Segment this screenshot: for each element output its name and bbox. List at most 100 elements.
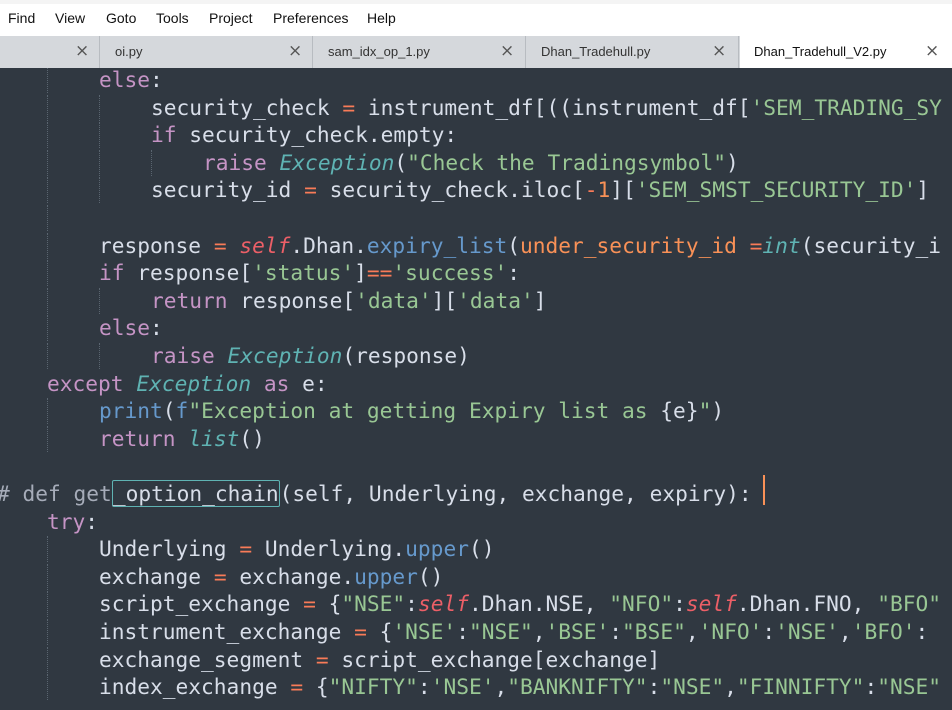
code-token: 'data' — [355, 287, 432, 313]
menu-tools[interactable]: Tools — [156, 10, 189, 26]
close-icon[interactable]: × — [288, 40, 302, 62]
code-text: try: — [47, 508, 98, 535]
code-token: { — [315, 591, 342, 617]
code-token: 'SEM_TRADING_SY — [750, 94, 942, 120]
code-line[interactable]: else: — [0, 68, 952, 93]
code-line[interactable]: if security_check.empty: — [0, 121, 952, 149]
code-line[interactable]: raise Exception("Check the Tradingsymbol… — [0, 149, 952, 176]
indent-guide — [47, 674, 48, 701]
code-token: (response) — [342, 343, 470, 368]
code-token: Underlying — [99, 536, 240, 562]
code-token: : — [417, 674, 431, 700]
menu-help[interactable]: Help — [367, 10, 396, 26]
code-line[interactable]: response = self.Dhan.expiry_list(under_s… — [0, 232, 952, 259]
code-token: "BFO" — [877, 591, 941, 617]
indent-guide — [99, 94, 100, 121]
indent-guide — [47, 563, 48, 590]
tab-bar: × oi.py × sam_idx_op_1.py × Dhan_Tradehu… — [0, 36, 952, 68]
code-line[interactable]: if response['status']=='success': — [0, 259, 952, 287]
code-line[interactable]: instrument_exchange = {'NSE':"NSE",'BSE'… — [0, 618, 952, 645]
code-token: 'SEM_SMST_SECURITY_ID' — [635, 177, 917, 203]
close-icon[interactable]: × — [500, 40, 514, 62]
code-area[interactable]: else: security_check = instrument_df[((in… — [0, 68, 952, 710]
code-token: == — [366, 260, 393, 286]
menu-goto[interactable]: Goto — [106, 10, 136, 26]
code-token: = — [749, 232, 763, 258]
code-token: ][ — [431, 287, 458, 313]
code-token: .Dhan. — [290, 232, 367, 258]
code-token: = — [303, 591, 316, 617]
tab-dhan-tradehull-py[interactable]: Dhan_Tradehull.py × — [527, 36, 739, 68]
code-token: _option_chain — [111, 480, 280, 507]
code-token: upper — [354, 563, 418, 589]
code-token: "Exception at getting Expiry list as — [188, 398, 661, 424]
code-token: exchange. — [226, 563, 355, 589]
code-token: : — [85, 508, 99, 534]
code-token: response[ — [227, 287, 356, 313]
code-line[interactable]: exchange_segment = script_exchange[excha… — [0, 646, 952, 673]
close-icon[interactable]: × — [75, 40, 89, 62]
indent-guide — [99, 287, 100, 314]
code-token: ] — [354, 260, 367, 286]
code-line[interactable]: exchange = exchange.upper() — [0, 563, 952, 590]
code-token: raise — [151, 343, 215, 368]
code-token: "NSE" — [660, 674, 725, 700]
menu-view[interactable]: View — [55, 10, 85, 26]
menu-project[interactable]: Project — [209, 10, 253, 26]
code-token: "NSE" — [341, 591, 406, 617]
code-token: = — [315, 646, 329, 672]
code-editor[interactable]: else: security_check = instrument_df[((in… — [0, 68, 952, 710]
indent-guide — [47, 232, 48, 259]
indent-guide — [47, 646, 48, 673]
code-line[interactable]: return list() — [0, 425, 952, 452]
code-line[interactable]: security_check = instrument_df[((instrum… — [0, 94, 952, 121]
code-token: = — [239, 536, 253, 562]
code-token: : — [864, 674, 878, 700]
tab-sam-idx-op-1-py[interactable]: sam_idx_op_1.py × — [314, 36, 526, 68]
menu-find[interactable]: Find — [8, 10, 35, 26]
tab-dhan-tradehull-v2-py[interactable]: Dhan_Tradehull_V2.py × — [740, 36, 952, 68]
code-line[interactable] — [0, 204, 952, 231]
code-line[interactable]: raise Exception(response) — [0, 342, 952, 369]
menu-bar: Find View Goto Tools Project Preferences… — [0, 0, 952, 36]
code-token: script_exchange[exchange] — [328, 646, 661, 672]
code-line[interactable]: script_exchange = {"NSE":self.Dhan.NSE, … — [0, 590, 952, 618]
code-token: 'BFO' — [851, 619, 916, 644]
code-token: () — [239, 425, 265, 451]
tab-unnamed[interactable]: × — [0, 36, 100, 68]
code-line[interactable]: security_id = security_check.iloc[-1]['S… — [0, 176, 952, 204]
code-token: e: — [289, 370, 328, 396]
code-text: else: — [99, 68, 163, 93]
code-token: , — [685, 619, 699, 644]
code-token: "NIFTY" — [328, 674, 418, 700]
code-line[interactable]: try: — [0, 508, 952, 535]
code-token: = — [213, 563, 227, 589]
code-text: instrument_exchange = {'NSE':"NSE",'BSE'… — [99, 618, 928, 645]
code-line[interactable]: print(f"Exception at getting Expiry list… — [0, 397, 952, 425]
code-text: script_exchange = {"NSE":self.Dhan.NSE, … — [99, 590, 941, 617]
code-token: else — [99, 315, 151, 341]
code-token: , — [532, 619, 546, 644]
code-line[interactable]: # def get_option_chain(self, Underlying,… — [0, 480, 952, 507]
code-token: 'success' — [392, 260, 508, 286]
code-line[interactable]: return response['data']['data'] — [0, 287, 952, 314]
code-line[interactable]: except Exception as e: — [0, 370, 952, 397]
code-token: 'NSE' — [775, 619, 839, 644]
code-token: security_check.iloc[ — [316, 177, 585, 203]
code-token: "FINNIFTY" — [736, 674, 865, 700]
code-token: 'status' — [252, 260, 355, 286]
code-token: : — [507, 260, 520, 286]
menu-preferences[interactable]: Preferences — [273, 10, 348, 26]
code-line[interactable]: index_exchange = {"NIFTY":'NSE',"BANKNIF… — [0, 673, 952, 701]
code-line[interactable] — [0, 452, 952, 479]
tab-oi-py[interactable]: oi.py × — [101, 36, 313, 68]
code-line[interactable]: else: — [0, 314, 952, 342]
close-icon[interactable]: × — [712, 40, 726, 62]
code-token: return — [151, 287, 228, 313]
code-line[interactable]: Underlying = Underlying.upper() — [0, 535, 952, 563]
code-token: - — [584, 177, 598, 203]
close-icon[interactable]: × — [925, 40, 939, 62]
code-token: ( — [162, 398, 176, 424]
